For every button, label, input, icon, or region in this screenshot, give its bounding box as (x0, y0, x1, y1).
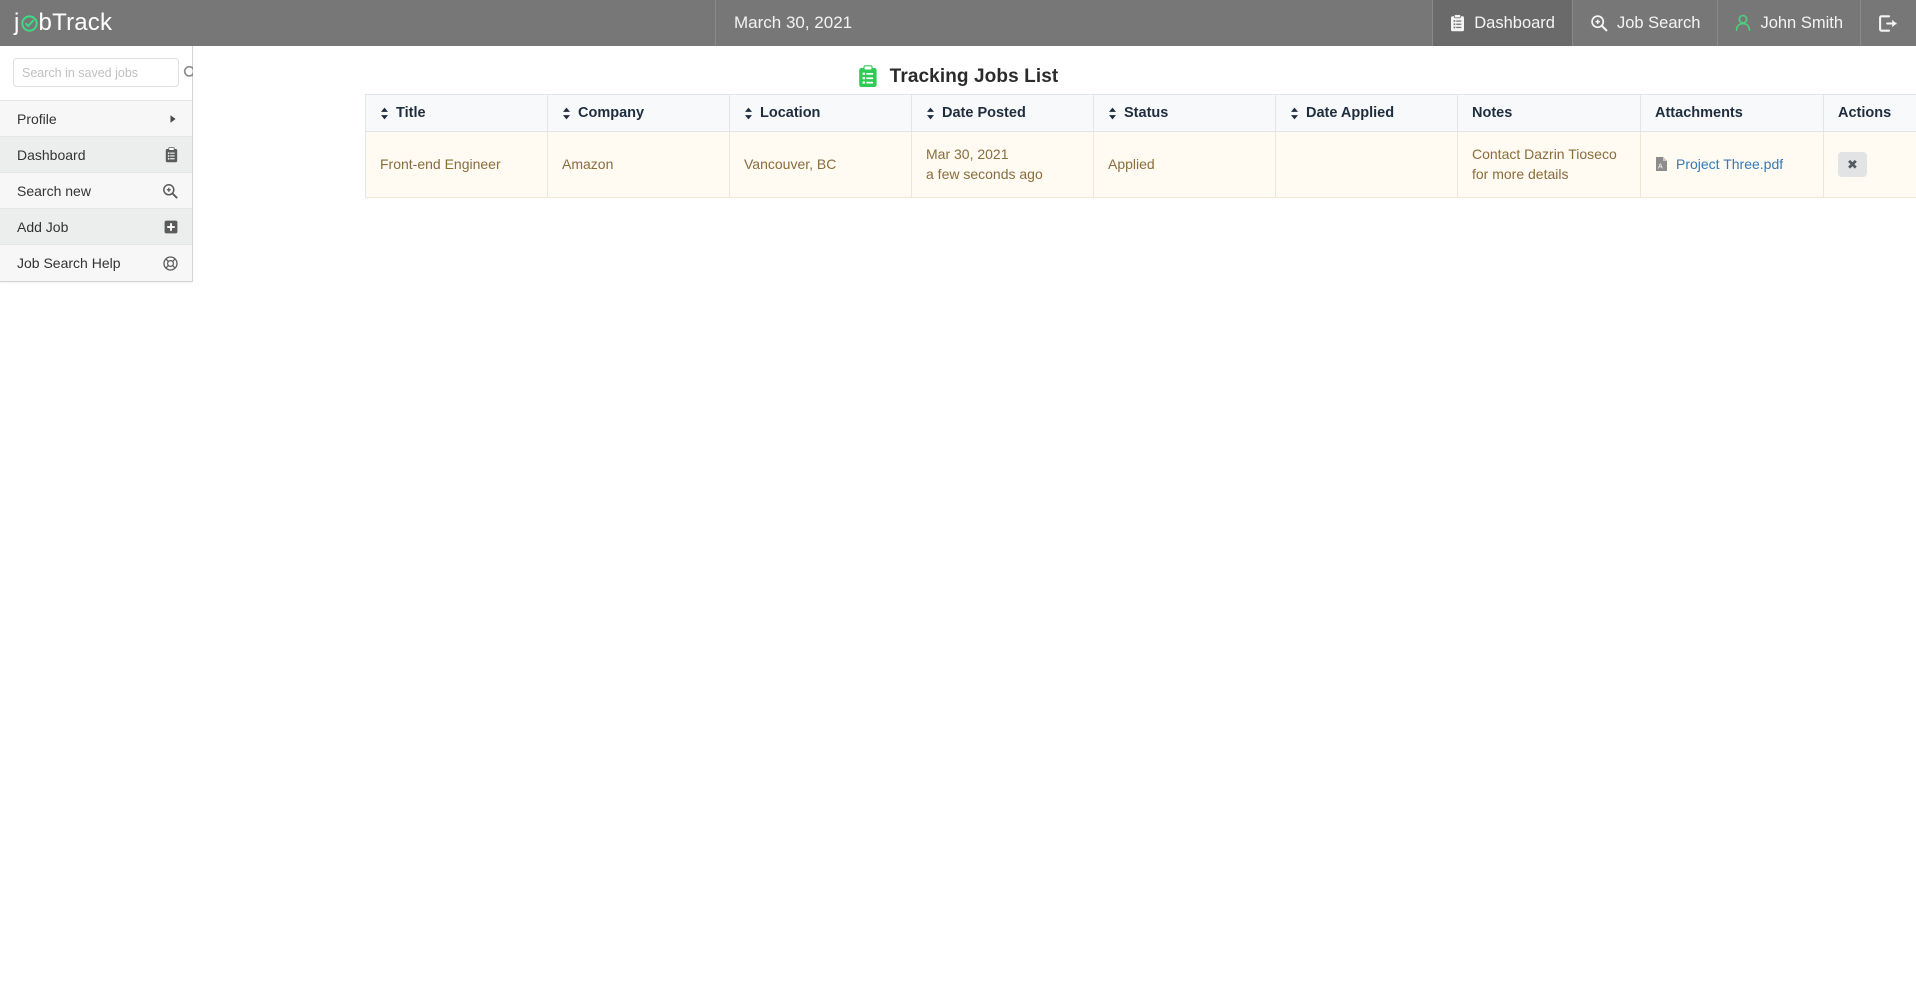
cell-location: Vancouver, BC (729, 131, 912, 198)
sidebar-search-container (0, 46, 198, 101)
column-header-notes: Notes (1457, 94, 1641, 132)
delete-job-button[interactable]: ✖ (1838, 151, 1867, 177)
cell-actions: ✖ (1823, 131, 1916, 198)
column-header-label: Attachments (1655, 105, 1743, 121)
column-header-status[interactable]: Status (1093, 94, 1276, 132)
column-header-company[interactable]: Company (547, 94, 730, 132)
sidebar-item-label: Profile (17, 110, 57, 127)
brand-logo[interactable]: j bTrack (0, 0, 716, 46)
column-header-date-applied[interactable]: Date Applied (1275, 94, 1458, 132)
cell-notes: Contact Dazrin Tioseco for more details (1457, 131, 1641, 198)
sort-icon[interactable] (1290, 107, 1299, 120)
sidebar: Profile Dashboard Search new (0, 46, 198, 282)
sort-icon[interactable] (926, 107, 935, 120)
table-row[interactable]: Front-end Engineer Amazon Vancouver, BC … (365, 131, 1916, 198)
brand-prefix: j (14, 9, 20, 36)
sidebar-item-label: Job Search Help (17, 255, 121, 271)
column-header-label: Company (578, 105, 645, 121)
current-date: March 30, 2021 (734, 13, 853, 32)
nav-item-job-search[interactable]: Job Search (1571, 0, 1717, 46)
nav-item-user-profile[interactable]: John Smith (1717, 0, 1860, 46)
sort-icon[interactable] (1108, 107, 1117, 120)
table-body: Front-end Engineer Amazon Vancouver, BC … (365, 131, 1916, 198)
attachment-link[interactable]: Project Three.pdf (1676, 154, 1783, 174)
cell-date-posted: Mar 30, 2021 a few seconds ago (911, 131, 1094, 198)
sidebar-item-add-job[interactable]: Add Job (0, 209, 192, 245)
sort-icon[interactable] (380, 107, 389, 120)
sort-icon[interactable] (744, 107, 753, 120)
svg-text:A: A (1658, 164, 1663, 171)
page-title-text: Tracking Jobs List (889, 65, 1059, 87)
date-posted-relative: a few seconds ago (926, 166, 1043, 183)
date-posted-absolute: Mar 30, 2021 (926, 146, 1009, 162)
clipboard-list-icon (858, 65, 878, 88)
page-title: Tracking Jobs List (193, 46, 1916, 94)
sidebar-item-dashboard[interactable]: Dashboard (0, 137, 192, 173)
cell-date-applied (1275, 131, 1458, 198)
cell-title: Front-end Engineer (365, 131, 548, 198)
sidebar-item-search-new[interactable]: Search new (0, 173, 192, 209)
sidebar-item-job-search-help[interactable]: Job Search Help (0, 245, 192, 281)
logout-button[interactable] (1860, 0, 1916, 46)
column-header-label: Status (1124, 105, 1169, 121)
column-header-label: Notes (1472, 105, 1513, 121)
search-input[interactable] (22, 65, 183, 80)
search-box[interactable] (13, 58, 198, 87)
sidebar-item-label: Search new (17, 182, 91, 199)
nav-item-label: Job Search (1616, 13, 1701, 32)
column-header-location[interactable]: Location (729, 94, 912, 132)
column-header-label: Actions (1838, 105, 1892, 121)
column-header-title[interactable]: Title (365, 94, 548, 132)
clipboard-icon (165, 146, 178, 163)
column-header-attachments: Attachments (1640, 94, 1824, 132)
sidebar-item-label: Dashboard (17, 146, 86, 163)
table-header-row: Title Company Location Date Posted Statu… (365, 94, 1916, 132)
sidebar-item-label: Add Job (17, 218, 69, 235)
column-header-label: Title (396, 105, 426, 121)
nav-item-dashboard[interactable]: Dashboard (1432, 0, 1572, 46)
nav-item-label: Dashboard (1474, 13, 1555, 32)
main-content: Tracking Jobs List Title Company Locatio… (193, 46, 1916, 1006)
top-navigation-bar: j bTrack March 30, 2021 Dashboard Job Se… (0, 0, 1916, 46)
column-header-label: Date Posted (942, 105, 1026, 121)
user-icon (1735, 14, 1751, 32)
file-pdf-icon: A (1655, 156, 1668, 172)
sign-out-icon (1879, 14, 1898, 32)
brand-text: j bTrack (14, 11, 112, 35)
nav-item-label: John Smith (1760, 13, 1843, 32)
search-plus-icon (162, 183, 178, 199)
sidebar-item-profile[interactable]: Profile (0, 101, 192, 137)
cell-attachments: A Project Three.pdf (1640, 131, 1824, 198)
column-header-actions: Actions (1823, 94, 1916, 132)
column-header-label: Date Applied (1306, 105, 1395, 121)
brand-suffix: bTrack (38, 9, 113, 36)
caret-right-icon (168, 113, 178, 125)
column-header-date-posted[interactable]: Date Posted (911, 94, 1094, 132)
clipboard-icon (1450, 14, 1465, 32)
table-header: Title Company Location Date Posted Statu… (365, 94, 1916, 132)
search-plus-icon (1590, 14, 1608, 32)
life-ring-icon (163, 255, 178, 271)
cell-company: Amazon (547, 131, 730, 198)
plus-square-icon (164, 220, 178, 234)
column-header-label: Location (760, 105, 821, 121)
cell-status: Applied (1093, 131, 1276, 198)
jobs-table-container: Title Company Location Date Posted Statu… (365, 94, 1916, 198)
check-circle-icon (20, 15, 38, 32)
jobs-table: Title Company Location Date Posted Statu… (365, 94, 1916, 198)
top-nav-items: Dashboard Job Search John Smith (1432, 0, 1916, 46)
sort-icon[interactable] (562, 107, 571, 120)
